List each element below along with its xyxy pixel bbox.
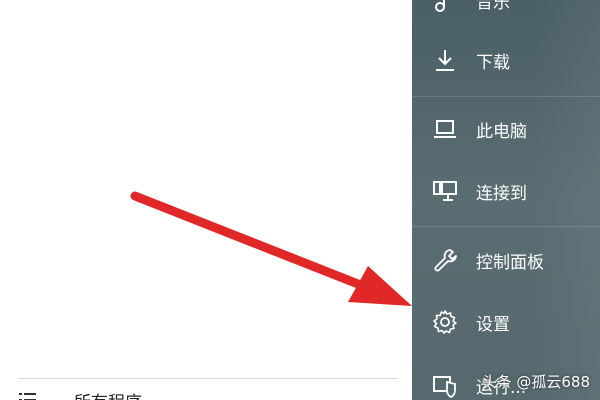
menu-item-label: 下载 xyxy=(476,52,510,73)
start-right-menu: 音乐 下载 此电脑 连接到 控制面板 设置 运行... xyxy=(412,0,600,400)
menu-item-music[interactable]: 音乐 xyxy=(412,0,600,27)
menu-item-control-panel[interactable]: 控制面板 xyxy=(412,233,600,287)
menu-separator xyxy=(412,226,600,227)
music-icon xyxy=(435,0,445,12)
menu-item-label: 此电脑 xyxy=(476,121,527,142)
list-icon xyxy=(19,393,36,400)
gear-icon xyxy=(433,310,457,334)
wrench-icon xyxy=(434,249,457,272)
divider xyxy=(18,378,398,379)
watermark-text: 头条 @孤云688 xyxy=(481,373,590,391)
menu-item-label: 设置 xyxy=(476,314,510,335)
menu-item-label: 音乐 xyxy=(476,0,510,13)
connect-icon xyxy=(433,181,457,201)
menu-item-connect[interactable]: 连接到 xyxy=(412,164,600,218)
menu-item-download[interactable]: 下载 xyxy=(412,33,600,87)
laptop-icon xyxy=(434,120,456,138)
menu-item-settings[interactable]: 设置 xyxy=(412,295,600,349)
menu-item-this-pc[interactable]: 此电脑 xyxy=(412,102,600,156)
menu-item-label: 控制面板 xyxy=(476,252,544,273)
menu-item-label: 连接到 xyxy=(476,183,527,204)
run-shield-icon xyxy=(433,376,456,398)
all-programs-button[interactable]: 所有程序 xyxy=(18,385,142,400)
download-icon xyxy=(436,50,454,71)
all-programs-label: 所有程序 xyxy=(74,388,142,400)
screenshot-stage: 所有程序 音乐 下载 此电脑 xyxy=(0,0,600,400)
start-left-panel: 所有程序 xyxy=(0,0,412,400)
menu-separator xyxy=(412,96,600,97)
